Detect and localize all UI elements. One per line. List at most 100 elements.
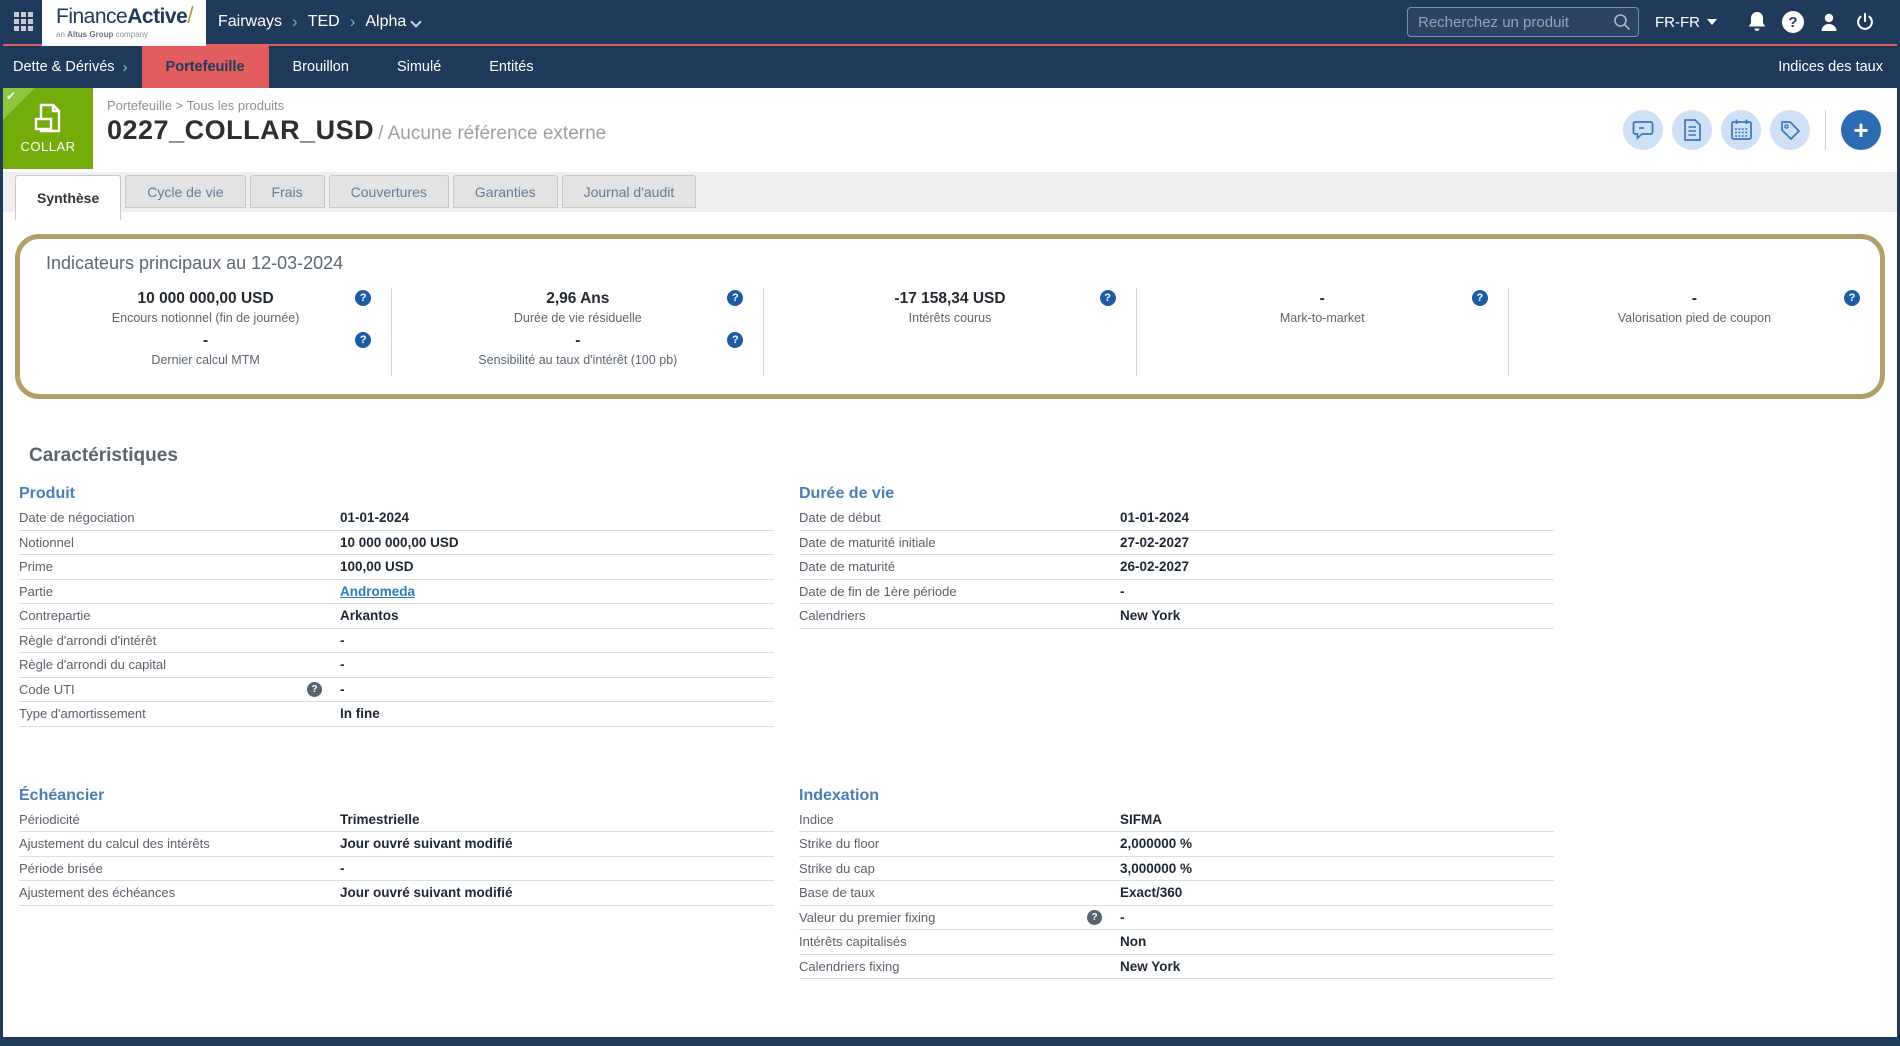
row-label: Contrepartie xyxy=(19,608,91,624)
table-row: Ajustement du calcul des intérêts Jour ou… xyxy=(19,832,774,857)
indicator-value: 10 000 000,00 USD xyxy=(137,290,274,307)
search-box xyxy=(1407,7,1639,37)
row-value: 3,000000 % xyxy=(1120,860,1193,876)
indicator-value: - xyxy=(1691,290,1697,307)
table-row: Code UTI? - xyxy=(19,678,774,702)
indicators-panel: Indicateurs principaux au 12-03-2024 10 … xyxy=(15,234,1885,399)
row-value: - xyxy=(340,860,345,876)
indicator-durée-de-vie-résiduelle: 2,96 Ans Durée de vie résiduelle? xyxy=(392,290,763,325)
logout-power-icon[interactable] xyxy=(1847,11,1883,33)
indicator-label: Encours notionnel (fin de journée) xyxy=(111,311,300,325)
indicators-title: Indicateurs principaux au 12-03-2024 xyxy=(46,253,344,273)
indicator-label: Durée de vie résiduelle xyxy=(513,311,642,325)
indicator-value: -17 158,34 USD xyxy=(894,290,1006,307)
app-grid-icon[interactable] xyxy=(14,12,34,32)
indicator-mark-to-market: - Mark-to-market? xyxy=(1137,290,1508,325)
help-icon[interactable]: ? xyxy=(307,681,322,697)
chevron-right-icon: › xyxy=(122,58,128,76)
table-row: Prime 100,00 USD xyxy=(19,555,774,580)
nav-item-portefeuille[interactable]: Portefeuille xyxy=(141,46,269,88)
tab-journal-d-audit[interactable]: Journal d'audit xyxy=(561,175,697,208)
table-row: Strike du cap 3,000000 % xyxy=(799,857,1554,881)
search-icon[interactable] xyxy=(1612,12,1632,32)
badge-label: COLLAR xyxy=(20,139,76,154)
speech-bubble-icon xyxy=(1632,121,1654,140)
row-label: Période brisée xyxy=(19,860,103,876)
brand-logo[interactable]: FinanceActive/ an Altus Group company xyxy=(42,0,206,46)
tab-garanties[interactable]: Garanties xyxy=(452,175,558,208)
row-value[interactable]: Andromeda xyxy=(340,584,415,599)
help-icon[interactable]: ? xyxy=(1099,290,1116,306)
row-value: - xyxy=(340,681,345,697)
help-icon[interactable]: ? xyxy=(1775,11,1811,33)
row-value: - xyxy=(1120,583,1125,599)
row-value: SIFMA xyxy=(1120,811,1162,827)
table-row: Intérêts capitalisés Non xyxy=(799,930,1554,955)
breadcrumb-separator: › xyxy=(349,12,356,31)
add-button[interactable]: + xyxy=(1841,110,1881,150)
row-value: Jour ouvré suivant modifié xyxy=(340,836,513,852)
nav-item-simulé[interactable]: Simulé xyxy=(373,46,465,88)
help-icon[interactable]: ? xyxy=(1471,290,1488,306)
table-row: Règle d'arrondi du capital - xyxy=(19,653,774,678)
indicator-intérêts-courus: -17 158,34 USD Intérêts courus? xyxy=(764,290,1135,325)
indicator-dernier-calcul-mtm: - Dernier calcul MTM? xyxy=(20,332,391,367)
row-label: Date de maturité xyxy=(799,559,896,575)
table-row: Date de début 01-01-2024 xyxy=(799,506,1554,531)
tab-couvertures[interactable]: Couvertures xyxy=(328,175,449,208)
calendar-icon xyxy=(1730,119,1752,140)
help-icon[interactable]: ? xyxy=(1087,909,1102,925)
nav-section-dette-derives[interactable]: Dette & Dérivés › xyxy=(3,46,142,88)
calendar-button[interactable] xyxy=(1721,110,1761,150)
indicator-column: 2,96 Ans Durée de vie résiduelle? - Sensibi… xyxy=(391,288,763,376)
section-title: Indexation xyxy=(799,786,880,804)
table-row: Date de maturité 26-02-2027 xyxy=(799,555,1554,580)
documents-button[interactable] xyxy=(1672,110,1712,150)
link-andromeda[interactable]: Andromeda xyxy=(340,584,415,599)
nav-item-entités[interactable]: Entités xyxy=(465,46,557,88)
help-icon[interactable]: ? xyxy=(727,332,744,348)
help-icon[interactable]: ? xyxy=(727,290,744,306)
section-échéancier: Échéancier Périodicité Trimestrielle Ajuste… xyxy=(19,771,774,906)
table-row: Date de négociation 01-01-2024 xyxy=(19,506,774,531)
tab-frais[interactable]: Frais xyxy=(249,175,325,208)
help-icon[interactable]: ? xyxy=(355,332,372,348)
locale-selector[interactable]: FR-FR xyxy=(1655,14,1717,31)
breadcrumb-item-fairways[interactable]: Fairways xyxy=(218,13,282,31)
tags-button[interactable] xyxy=(1770,110,1810,150)
table-row: Période brisée - xyxy=(19,857,774,881)
notifications-bell-icon[interactable] xyxy=(1739,10,1775,34)
breadcrumb-item-alpha[interactable]: Alpha xyxy=(365,13,422,31)
user-account-icon[interactable] xyxy=(1811,11,1847,33)
table-row: Indice SIFMA xyxy=(799,808,1554,832)
section-title: Échéancier xyxy=(19,786,105,804)
section-indexation: Indexation Indice SIFMA Strike du floor 2,00… xyxy=(799,771,1554,979)
indicator-label: Dernier calcul MTM xyxy=(151,353,260,367)
page-title: 0227_COLLAR_USD xyxy=(107,115,375,145)
top-breadcrumb: Fairways › TED › Alpha xyxy=(218,12,422,32)
indicator-label: Mark-to-market xyxy=(1279,311,1365,325)
row-label: Date de négociation xyxy=(19,510,135,526)
table-row: Date de maturité initiale 27-02-2027 xyxy=(799,531,1554,555)
tab-synthèse[interactable]: Synthèse xyxy=(15,175,122,220)
topbar-right: FR-FR ? xyxy=(1407,7,1897,37)
nav-item-brouillon[interactable]: Brouillon xyxy=(269,46,373,88)
breadcrumb-item-ted[interactable]: TED xyxy=(308,13,340,31)
indicator-encours-notionnel-fin-de-journée: 10 000 000,00 USD Encours notionnel (fin … xyxy=(20,290,391,325)
row-label: Strike du floor xyxy=(799,836,880,852)
help-icon[interactable]: ? xyxy=(355,290,372,306)
search-input[interactable] xyxy=(1407,7,1639,37)
row-label: Date de maturité initiale xyxy=(799,534,936,550)
comments-button[interactable] xyxy=(1623,110,1663,150)
tabs: Synthèse Cycle de vie Frais Couvertures Gara… xyxy=(3,172,1897,220)
tab-cycle-de-vie[interactable]: Cycle de vie xyxy=(125,175,246,208)
help-icon[interactable]: ? xyxy=(1844,290,1861,306)
indicator-label: Sensibilité au taux d'intérêt (100 pb) xyxy=(478,353,678,367)
nav-link-indices-des-taux[interactable]: Indices des taux xyxy=(1778,46,1897,88)
table-row: Contrepartie Arkantos xyxy=(19,604,774,629)
indicator-sensibilité-au-taux-d-intérêt-100-pb: - Sensibilité au taux d'intérêt (100 pb)? xyxy=(392,332,763,367)
characteristics-title: Caractéristiques xyxy=(29,445,178,466)
row-value: Arkantos xyxy=(340,608,399,624)
row-value: In fine xyxy=(340,706,380,722)
row-label: Ajustement des échéances xyxy=(19,885,176,901)
